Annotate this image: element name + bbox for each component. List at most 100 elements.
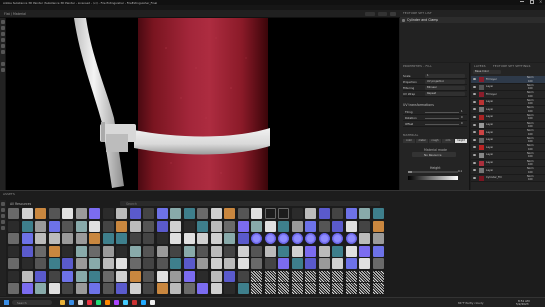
eye-icon[interactable] (473, 123, 476, 126)
uv-slider[interactable] (425, 112, 459, 113)
asset-thumbnail[interactable] (372, 270, 384, 282)
asset-thumbnail[interactable] (129, 270, 141, 282)
alphas-category-icon[interactable] (1, 226, 5, 230)
3d-viewport[interactable] (6, 18, 399, 190)
asset-thumbnail[interactable] (8, 283, 19, 294)
asset-thumbnail[interactable] (116, 258, 127, 269)
asset-thumbnail[interactable] (291, 270, 303, 282)
asset-thumbnail[interactable] (35, 233, 46, 244)
asset-thumbnail[interactable] (156, 245, 168, 257)
asset-thumbnail[interactable] (359, 220, 370, 232)
asset-thumbnail[interactable] (21, 233, 33, 244)
asset-thumbnail[interactable] (156, 258, 168, 269)
asset-thumbnail[interactable] (224, 270, 235, 282)
asset-thumbnail[interactable] (143, 258, 154, 269)
asset-thumbnail[interactable] (21, 270, 33, 282)
asset-thumbnail[interactable] (210, 220, 222, 232)
asset-thumbnail[interactable] (291, 233, 303, 244)
asset-thumbnail[interactable] (170, 220, 181, 232)
asset-thumbnail[interactable] (318, 270, 330, 282)
asset-thumbnail[interactable] (197, 270, 208, 282)
asset-thumbnail[interactable] (35, 283, 46, 294)
eye-icon[interactable] (473, 138, 476, 141)
asset-thumbnail[interactable] (48, 245, 60, 257)
taskbar-app-icon[interactable] (150, 300, 155, 305)
layers-tab[interactable]: LAYERS (474, 64, 486, 68)
asset-thumbnail[interactable] (21, 208, 33, 219)
asset-thumbnail[interactable] (251, 220, 262, 232)
eye-icon[interactable] (473, 161, 476, 164)
asset-thumbnail[interactable] (224, 233, 235, 244)
smart-materials-category-icon[interactable] (1, 208, 5, 212)
asset-thumbnail[interactable] (318, 258, 330, 269)
asset-thumbnail[interactable] (305, 283, 316, 294)
asset-thumbnail[interactable] (170, 258, 181, 269)
asset-thumbnail[interactable] (332, 220, 343, 232)
eye-icon[interactable] (473, 108, 476, 111)
taskbar-search[interactable]: Search (12, 300, 52, 305)
asset-thumbnail[interactable] (170, 245, 181, 257)
asset-thumbnail[interactable] (143, 283, 154, 294)
asset-thumbnail[interactable] (264, 208, 276, 219)
asset-thumbnail[interactable] (359, 258, 370, 269)
clone-icon[interactable] (1, 50, 5, 54)
asset-thumbnail[interactable] (264, 233, 276, 244)
asset-thumbnail[interactable] (251, 208, 262, 219)
asset-thumbnail[interactable] (251, 258, 262, 269)
asset-thumbnail[interactable] (305, 208, 316, 219)
asset-thumbnail[interactable] (197, 245, 208, 257)
asset-thumbnail[interactable] (318, 283, 330, 294)
asset-thumbnail[interactable] (224, 283, 235, 294)
asset-thumbnail[interactable] (210, 258, 222, 269)
asset-thumbnail[interactable] (116, 208, 127, 219)
asset-thumbnail[interactable] (89, 283, 100, 294)
asset-thumbnail[interactable] (210, 208, 222, 219)
uv-transform-section[interactable]: UV transformations (403, 103, 434, 107)
asset-thumbnail[interactable] (129, 208, 141, 219)
asset-thumbnail[interactable] (143, 270, 154, 282)
layer-row[interactable]: Layer Norm 100 (471, 114, 545, 122)
asset-thumbnail[interactable] (251, 270, 262, 282)
asset-thumbnail[interactable] (345, 258, 357, 269)
asset-thumbnail[interactable] (372, 283, 384, 294)
asset-thumbnail[interactable] (264, 245, 276, 257)
asset-thumbnail[interactable] (251, 245, 262, 257)
asset-thumbnail[interactable] (237, 270, 249, 282)
asset-thumbnail[interactable] (156, 233, 168, 244)
asset-thumbnail[interactable] (170, 270, 181, 282)
asset-thumbnail[interactable] (359, 283, 370, 294)
asset-thumbnail[interactable] (305, 233, 316, 244)
asset-thumbnail[interactable] (183, 245, 195, 257)
uv-value[interactable]: 1 (461, 110, 463, 114)
property-dropdown[interactable]: Repeat (425, 92, 465, 96)
projection-icon[interactable] (1, 32, 5, 36)
asset-thumbnail[interactable] (75, 233, 87, 244)
height-value[interactable]: 0.1 (458, 170, 462, 174)
asset-thumbnail[interactable] (291, 283, 303, 294)
asset-thumbnail[interactable] (197, 283, 208, 294)
eye-icon[interactable] (473, 169, 476, 172)
taskbar-app-icon[interactable] (123, 300, 128, 305)
asset-thumbnail[interactable] (170, 283, 181, 294)
asset-thumbnail[interactable] (35, 258, 46, 269)
eye-icon[interactable] (473, 153, 476, 156)
asset-thumbnail[interactable] (102, 283, 114, 294)
maximize-icon[interactable] (530, 0, 534, 4)
asset-thumbnail[interactable] (89, 220, 100, 232)
asset-thumbnail[interactable] (359, 208, 370, 219)
taskbar-app-icon[interactable] (132, 300, 137, 305)
asset-thumbnail[interactable] (278, 220, 289, 232)
asset-thumbnail[interactable] (21, 245, 33, 257)
taskbar-app-icon[interactable] (114, 300, 119, 305)
asset-thumbnail[interactable] (48, 220, 60, 232)
property-dropdown[interactable]: 1 (425, 74, 465, 78)
asset-thumbnail[interactable] (170, 208, 181, 219)
asset-thumbnail[interactable] (224, 208, 235, 219)
asset-thumbnail[interactable] (170, 233, 181, 244)
resource-picker[interactable]: No Resource (412, 152, 456, 157)
minimize-icon[interactable] (520, 1, 524, 2)
asset-thumbnail[interactable] (102, 245, 114, 257)
asset-thumbnail[interactable] (129, 220, 141, 232)
eye-icon[interactable] (473, 78, 476, 80)
property-dropdown[interactable]: Bilinear (425, 86, 465, 90)
